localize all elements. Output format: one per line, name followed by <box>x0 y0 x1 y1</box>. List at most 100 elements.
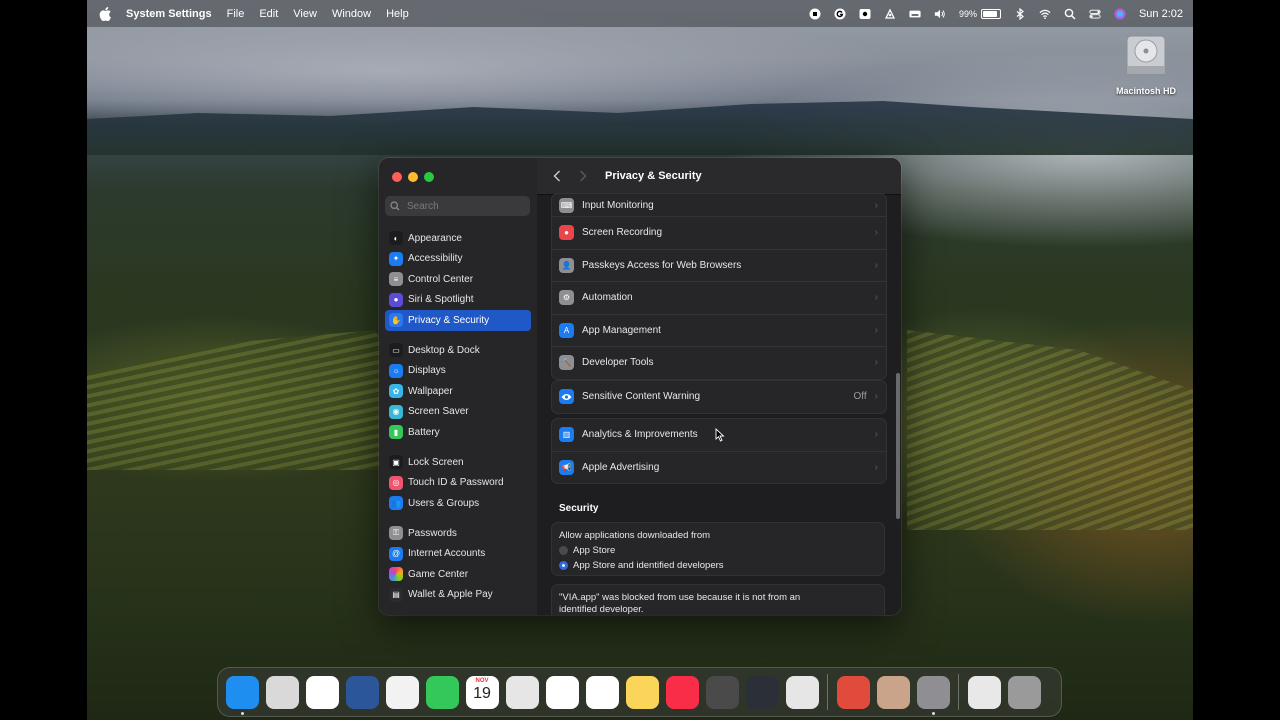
automation-row[interactable]: ⚙ Automation › <box>552 282 886 315</box>
developer-tools-row[interactable]: 🔨 Developer Tools › <box>552 347 886 379</box>
input-monitoring-row[interactable]: ⌨ Input Monitoring › <box>552 194 886 217</box>
sidebar-item-label: Lock Screen <box>408 456 464 468</box>
sidebar-item-passwords[interactable]: ⚿ Passwords <box>385 523 531 544</box>
sidebar-item-label: Accessibility <box>408 253 463 265</box>
radio-app-store-button[interactable] <box>559 546 568 555</box>
calendar-month: NOV <box>475 677 489 684</box>
passkeys-access-for-web-browsers-row[interactable]: 👤 Passkeys Access for Web Browsers › <box>552 250 886 282</box>
keyboard-status-icon[interactable] <box>909 8 921 20</box>
finder-icon[interactable] <box>225 675 259 715</box>
system-settings-icon[interactable] <box>916 675 950 715</box>
volume-icon[interactable] <box>934 8 946 20</box>
sidebar-divider <box>385 514 531 524</box>
forward-button[interactable] <box>573 166 593 186</box>
wifi-icon[interactable] <box>1039 8 1051 20</box>
davinci-resolve-icon[interactable] <box>745 675 779 709</box>
bluetooth-icon[interactable] <box>1014 7 1026 20</box>
sidebar-item-label: Game Center <box>408 568 469 580</box>
blocked-app-message: "VIA.app" was blocked from use because i… <box>559 592 801 615</box>
sidebar-item-displays[interactable]: ☼ Displays <box>385 361 531 382</box>
battery-status[interactable]: 99% <box>959 8 1001 19</box>
at-icon: @ <box>389 546 403 561</box>
game-center-icon <box>389 567 403 582</box>
screenshot-app-icon[interactable] <box>859 8 871 20</box>
sidebar-item-screen-saver[interactable]: ◉ Screen Saver <box>385 402 531 423</box>
menu-help[interactable]: Help <box>386 8 409 20</box>
back-button[interactable] <box>547 166 567 186</box>
sidebar-item-label: Internet Accounts <box>408 548 486 560</box>
sidebar-item-label: Touch ID & Password <box>408 477 504 489</box>
sidebar-item-game-center[interactable]: Game Center <box>385 564 531 585</box>
apple-menu-icon[interactable] <box>99 6 112 21</box>
sidebar-item-touch-id-password[interactable]: ◎ Touch ID & Password <box>385 473 531 494</box>
trash-icon[interactable] <box>1007 675 1041 709</box>
fingerprint-icon: ◎ <box>389 475 403 490</box>
radio-identified-developers[interactable]: App Store and identified developers <box>559 560 877 571</box>
reminders-icon[interactable] <box>585 675 619 709</box>
mouse-cursor-icon <box>715 428 725 442</box>
control-center-icon[interactable] <box>1089 8 1101 20</box>
sidebar-item-wallet-apple-pay[interactable]: ▤ Wallet & Apple Pay <box>385 585 531 606</box>
sidebar-item-label: Wallet & Apple Pay <box>408 589 493 601</box>
music-icon[interactable] <box>665 675 699 709</box>
menu-app-name[interactable]: System Settings <box>126 8 212 20</box>
notes-icon[interactable] <box>625 675 659 709</box>
close-window-button[interactable] <box>392 172 402 182</box>
copilot-icon[interactable] <box>884 8 896 20</box>
calendar-icon[interactable]: NOV 19 <box>465 675 499 709</box>
chevron-right-icon: › <box>874 429 878 441</box>
screen-recording-row[interactable]: ● Screen Recording › <box>552 217 886 250</box>
row-label: Apple Advertising <box>582 461 660 473</box>
allow-apps-label: Allow applications downloaded from <box>559 530 711 541</box>
freeform-icon[interactable] <box>545 675 579 709</box>
sidebar-item-control-center[interactable]: ≡ Control Center <box>385 269 531 290</box>
dock: NOV 19 <box>217 667 1062 717</box>
sidebar-item-privacy-security[interactable]: ✋ Privacy & Security <box>385 310 531 331</box>
row-label: Input Monitoring <box>582 199 654 211</box>
sidebar-item-wallpaper[interactable]: ✿ Wallpaper <box>385 381 531 402</box>
sidebar-item-users-groups[interactable]: 👥 Users & Groups <box>385 493 531 514</box>
sidebar-item-appearance[interactable]: ◐ Appearance <box>385 228 531 249</box>
blocked-app-group: "VIA.app" was blocked from use because i… <box>551 584 885 615</box>
menubar-clock[interactable]: Sun 2:02 <box>1139 8 1183 20</box>
messages-icon[interactable] <box>425 675 459 709</box>
sidebar-item-lock-screen[interactable]: ▣ Lock Screen <box>385 452 531 473</box>
sidebar-item-accessibility[interactable]: ✦ Accessibility <box>385 249 531 270</box>
menu-edit[interactable]: Edit <box>259 8 278 20</box>
apple-advertising-row[interactable]: 📢 Apple Advertising › <box>552 452 886 484</box>
radio-identified-developers-button[interactable] <box>559 561 568 570</box>
spotlight-search-icon[interactable] <box>1064 8 1076 20</box>
disk-utility-icon[interactable] <box>785 675 819 709</box>
minimize-window-button[interactable] <box>408 172 418 182</box>
macintosh-hd-icon[interactable] <box>1124 34 1168 76</box>
photo-booth-icon[interactable] <box>705 675 739 709</box>
grammarly-icon[interactable] <box>834 8 846 20</box>
chevron-right-icon: › <box>874 461 878 473</box>
proxyman-icon[interactable] <box>385 675 419 709</box>
word-icon[interactable] <box>345 675 379 709</box>
menu-view[interactable]: View <box>293 8 317 20</box>
sidebar-item-siri-spotlight[interactable]: ● Siri & Spotlight <box>385 290 531 311</box>
menu-file[interactable]: File <box>227 8 245 20</box>
sidebar-item-battery[interactable]: ▮ Battery <box>385 422 531 443</box>
chrome-icon[interactable] <box>305 675 339 709</box>
app-management-row[interactable]: A App Management › <box>552 315 886 347</box>
siri-icon[interactable] <box>1114 8 1126 20</box>
sidebar-search[interactable] <box>385 196 530 216</box>
zoom-window-button[interactable] <box>424 172 434 182</box>
search-input[interactable] <box>405 199 519 213</box>
record-status-icon[interactable] <box>809 8 821 20</box>
siri-icon: ● <box>389 292 403 307</box>
content-scrollbar[interactable] <box>896 373 900 519</box>
document-icon[interactable] <box>967 675 1001 709</box>
security-allow-apps-group: Allow applications downloaded from App S… <box>551 522 885 576</box>
via-icon[interactable] <box>876 675 910 709</box>
sensitive-content-warning-row[interactable]: Sensitive Content Warning Off › <box>552 381 886 413</box>
sidebar-item-internet-accounts[interactable]: @ Internet Accounts <box>385 544 531 565</box>
screenshot-icon[interactable] <box>505 675 539 709</box>
launchpad-icon[interactable] <box>265 675 299 709</box>
cleanmymac-icon[interactable] <box>836 675 870 709</box>
radio-app-store[interactable]: App Store <box>559 545 877 556</box>
menu-window[interactable]: Window <box>332 8 371 20</box>
sidebar-item-desktop-dock[interactable]: ▭ Desktop & Dock <box>385 340 531 361</box>
